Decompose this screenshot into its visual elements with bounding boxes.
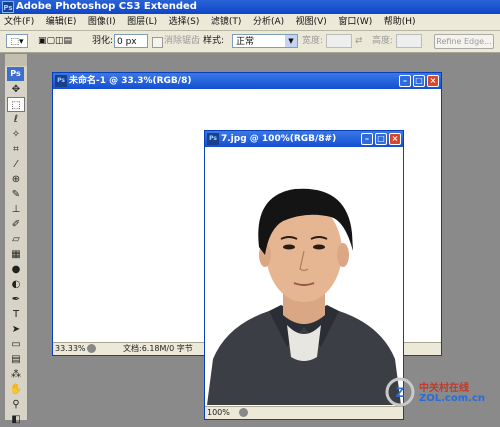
move-tool-icon[interactable]: ✥ <box>5 82 27 97</box>
chevron-down-icon: ▼ <box>285 35 297 47</box>
menu-layer[interactable]: 图层(L) <box>123 14 161 30</box>
photo-ps-icon: Ps <box>207 133 219 145</box>
photo-status-bar: 100% <box>205 406 403 419</box>
refine-edge-button[interactable]: Refine Edge... <box>434 34 494 49</box>
menu-filter[interactable]: 滤镜(T) <box>207 14 246 30</box>
menu-file[interactable]: 文件(F) <box>0 14 38 30</box>
menu-help[interactable]: 帮助(H) <box>380 14 420 30</box>
document-ps-icon: Ps <box>55 75 67 87</box>
selection-mode-icons[interactable]: ▣▢◫▤ <box>38 34 88 48</box>
shape-tool-icon[interactable]: ▭ <box>5 337 27 352</box>
photo-zoom-level[interactable]: 100% <box>207 407 230 419</box>
blur-tool-icon[interactable]: ● <box>5 262 27 277</box>
toolbox-ps-logo: Ps <box>7 67 24 81</box>
document-title: 未命名-1 @ 33.3%(RGB/8) <box>69 76 192 86</box>
type-tool-icon[interactable]: T <box>5 307 27 322</box>
photo-close-button[interactable]: × <box>389 133 401 145</box>
width-input[interactable] <box>326 34 352 48</box>
feather-label: 羽化: <box>92 36 114 46</box>
maximize-button[interactable]: □ <box>413 75 425 87</box>
app-title-bar: Ps Adobe Photoshop CS3 Extended <box>0 0 500 14</box>
pen-tool-icon[interactable]: ✒ <box>5 292 27 307</box>
feather-input[interactable]: 0 px <box>114 34 148 48</box>
style-label: 样式: <box>203 36 225 46</box>
portrait-image <box>207 147 401 405</box>
svg-text:Z: Z <box>396 384 405 400</box>
swap-icon[interactable]: ⇄ <box>355 34 363 48</box>
app-title: Adobe Photoshop CS3 Extended <box>16 1 197 12</box>
antialias-label: 消除锯齿 <box>164 36 201 46</box>
document-title-bar[interactable]: Ps 未命名-1 @ 33.3%(RGB/8) – □ × <box>53 73 441 89</box>
gradient-tool-icon[interactable]: ▦ <box>5 247 27 262</box>
close-button[interactable]: × <box>427 75 439 87</box>
history-brush-tool-icon[interactable]: ✐ <box>5 217 27 232</box>
toolbox-grip[interactable] <box>5 54 27 66</box>
hand-tool-icon[interactable]: ✋ <box>5 382 27 397</box>
style-select[interactable]: 正常 ▼ <box>232 34 298 48</box>
document-window-photo: Ps 7.jpg @ 100%(RGB/8#) – □ × 100% <box>204 130 404 420</box>
dodge-tool-icon[interactable]: ◐ <box>5 277 27 292</box>
toolbox: Ps ✥ ⬚ ℓ ✧ ⌗ ⁄ ⊕ ✎ ⊥ ✐ ▱ ▦ ● ◐ ✒ T ➤ ▭ ▤… <box>5 54 28 425</box>
eyedropper-sample-tool-icon[interactable]: ⁂ <box>5 367 27 382</box>
portrait-photo <box>207 147 401 405</box>
status-menu-icon[interactable] <box>87 344 96 353</box>
eraser-tool-icon[interactable]: ▱ <box>5 232 27 247</box>
height-label: 高度: <box>372 36 394 46</box>
zol-watermark: Z 中关村在线 ZOL.com.cn <box>385 375 495 410</box>
clone-stamp-tool-icon[interactable]: ⊥ <box>5 202 27 217</box>
menu-image[interactable]: 图像(I) <box>84 14 120 30</box>
menu-view[interactable]: 视图(V) <box>292 14 331 30</box>
path-selection-tool-icon[interactable]: ➤ <box>5 322 27 337</box>
eyedropper-tool-icon[interactable]: ⁄ <box>5 157 27 172</box>
menu-bar: 文件(F) 编辑(E) 图像(I) 图层(L) 选择(S) 滤镜(T) 分析(A… <box>0 14 500 31</box>
healing-brush-tool-icon[interactable]: ⊕ <box>5 172 27 187</box>
menu-edit[interactable]: 编辑(E) <box>42 14 81 30</box>
marquee-preset-icon[interactable]: ⬚▾ <box>6 34 28 48</box>
menu-select[interactable]: 选择(S) <box>165 14 204 30</box>
minimize-button[interactable]: – <box>399 75 411 87</box>
rect-marquee-tool-icon[interactable]: ⬚ <box>7 97 25 112</box>
magic-wand-tool-icon[interactable]: ✧ <box>5 127 27 142</box>
crop-tool-icon[interactable]: ⌗ <box>5 142 27 157</box>
photo-minimize-button[interactable]: – <box>361 133 373 145</box>
options-bar: ⬚▾ ▣▢◫▤ 羽化: 0 px 消除锯齿 样式: 正常 ▼ 宽度: ⇄ 高度: … <box>0 31 500 53</box>
photoshop-app-icon: Ps <box>2 1 14 13</box>
zoom-tool-icon[interactable]: ⚲ <box>5 397 27 412</box>
width-label: 宽度: <box>302 36 324 46</box>
zoom-level[interactable]: 33.33% <box>55 343 86 355</box>
zol-brand-en: ZOL.com.cn <box>419 393 485 404</box>
notes-tool-icon[interactable]: ▤ <box>5 352 27 367</box>
menu-window[interactable]: 窗口(W) <box>334 14 376 30</box>
zol-logo-icon: Z <box>385 377 415 407</box>
zol-brand-cn: 中关村在线 <box>419 383 469 394</box>
height-input[interactable] <box>396 34 422 48</box>
brush-tool-icon[interactable]: ✎ <box>5 187 27 202</box>
photo-maximize-button[interactable]: □ <box>375 133 387 145</box>
document-size-info: 文档:6.18M/0 字节 <box>123 344 193 353</box>
lasso-tool-icon[interactable]: ℓ <box>5 112 27 127</box>
menu-analysis[interactable]: 分析(A) <box>249 14 288 30</box>
photo-status-menu-icon[interactable] <box>239 408 248 417</box>
photo-title: 7.jpg @ 100%(RGB/8#) <box>221 134 337 144</box>
photo-title-bar[interactable]: Ps 7.jpg @ 100%(RGB/8#) – □ × <box>205 131 403 147</box>
antialias-checkbox[interactable] <box>152 37 163 48</box>
